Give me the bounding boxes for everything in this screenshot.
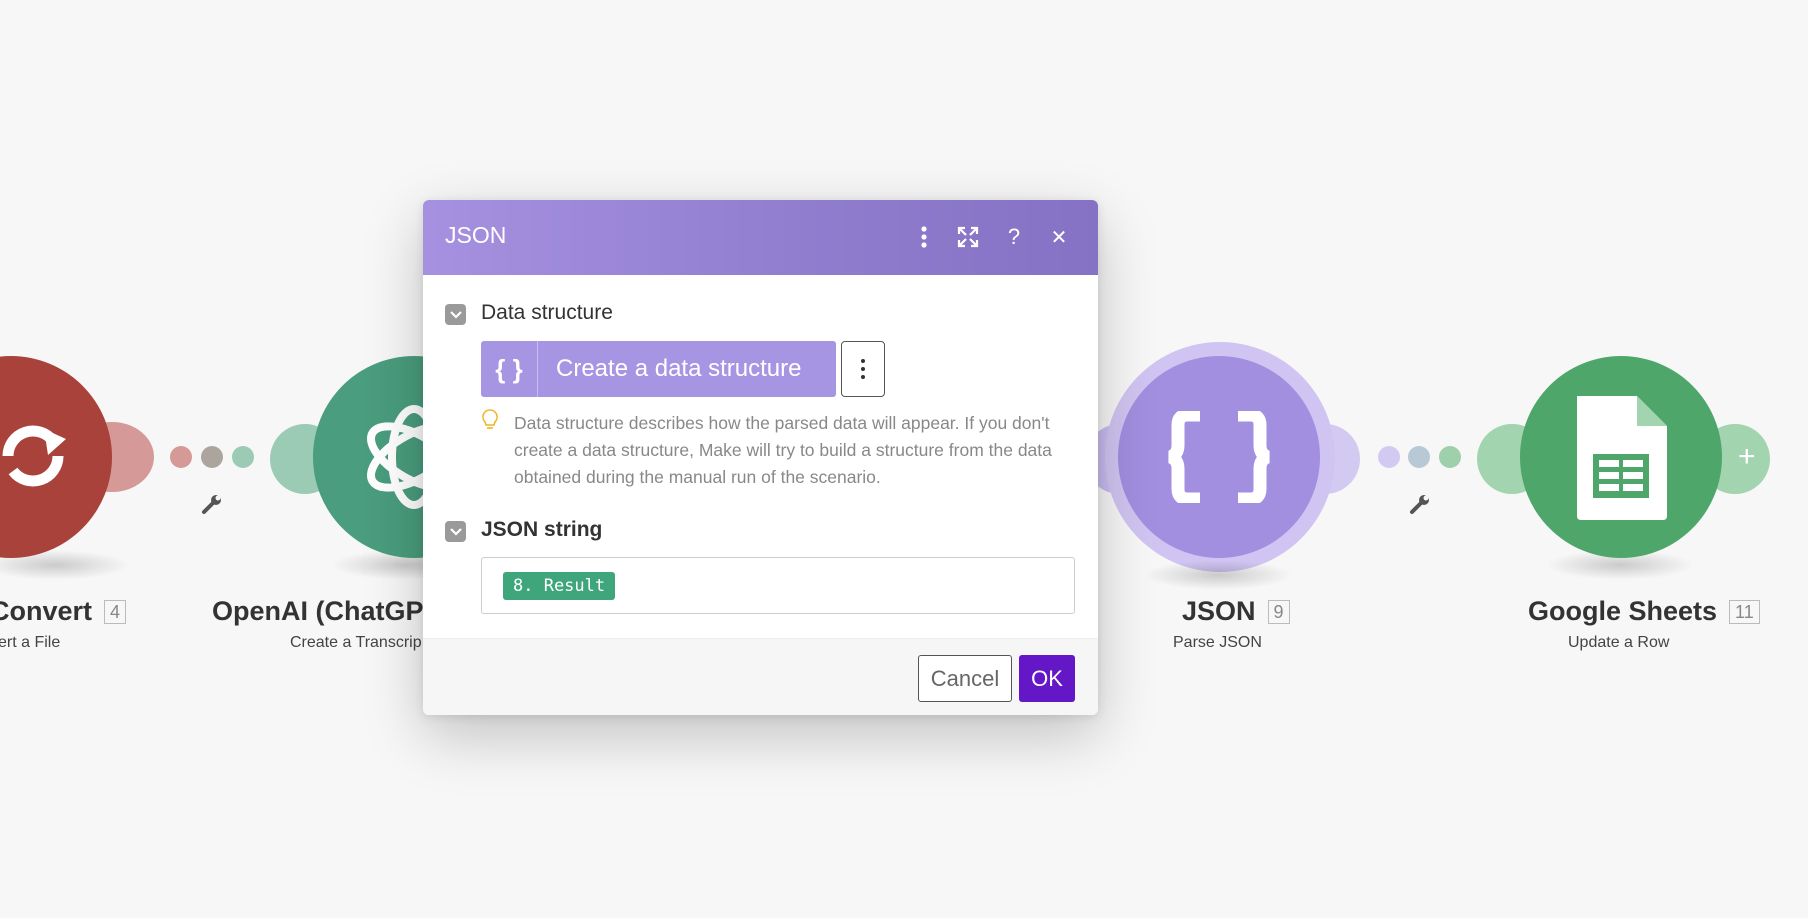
- chevron-down-icon: [449, 310, 462, 319]
- braces-icon: [1167, 411, 1271, 503]
- lightbulb-icon: [482, 409, 498, 429]
- node-id-badge: 4: [104, 599, 127, 624]
- dialog-footer: Cancel OK: [423, 638, 1098, 715]
- node-subtitle: Parse JSON: [1173, 634, 1262, 651]
- json-string-label: JSON string: [481, 518, 603, 541]
- plus-icon: +: [1738, 440, 1756, 473]
- more-vertical-icon[interactable]: [909, 222, 939, 252]
- collapse-toggle[interactable]: [445, 304, 466, 325]
- help-icon[interactable]: ?: [999, 222, 1029, 252]
- node-shadow: [1143, 560, 1293, 590]
- node-subtitle: Update a Row: [1568, 634, 1670, 651]
- node-title-text: Convert: [0, 596, 93, 626]
- connector-dot: [201, 446, 223, 468]
- node-id-badge: 11: [1729, 599, 1760, 624]
- collapse-toggle[interactable]: [445, 521, 466, 542]
- node-title: JSON 9: [1182, 596, 1290, 627]
- node-title: Google Sheets 11: [1528, 596, 1760, 627]
- node-subtitle: ert a File: [0, 634, 61, 651]
- create-data-structure-label: Create a data structure: [556, 355, 802, 382]
- cancel-button[interactable]: Cancel: [918, 655, 1012, 702]
- expand-icon[interactable]: [953, 222, 983, 252]
- connector-dot: [1378, 446, 1400, 468]
- node-title: Convert 4: [0, 596, 127, 627]
- create-data-structure-button[interactable]: { } Create a data structure: [481, 341, 836, 397]
- refresh-icon: [2, 425, 66, 487]
- node-subtitle: Create a Transcrip: [290, 634, 422, 651]
- dialog-title: JSON: [445, 222, 507, 248]
- braces-icon: { }: [481, 341, 538, 397]
- more-options-button[interactable]: [841, 341, 885, 397]
- ok-button[interactable]: OK: [1019, 655, 1075, 702]
- spreadsheet-icon: [1577, 396, 1667, 520]
- connector-dot: [170, 446, 192, 468]
- node-title-text: JSON: [1182, 596, 1256, 626]
- connector-dot: [1439, 446, 1461, 468]
- data-structure-hint: Data structure describes how the parsed …: [514, 413, 1052, 487]
- node-title-text: Google Sheets: [1528, 596, 1718, 626]
- json-node[interactable]: [1118, 356, 1320, 558]
- wrench-icon[interactable]: [200, 492, 224, 516]
- google-sheets-node[interactable]: [1520, 356, 1722, 558]
- convert-node[interactable]: [0, 356, 112, 558]
- chevron-down-icon: [449, 527, 462, 536]
- dialog-header: JSON ? ✕: [423, 200, 1098, 275]
- close-icon[interactable]: ✕: [1044, 222, 1074, 252]
- json-module-dialog: JSON ? ✕ Data structure { } Create a dat…: [423, 200, 1098, 715]
- connector-dot: [232, 446, 254, 468]
- node-id-badge: 9: [1267, 599, 1290, 624]
- mapped-value-pill[interactable]: 8. Result: [503, 572, 616, 600]
- json-string-input[interactable]: 8. Result: [481, 557, 1075, 614]
- connector-dot: [1408, 446, 1430, 468]
- wrench-icon[interactable]: [1408, 492, 1432, 516]
- data-structure-label: Data structure: [481, 301, 613, 324]
